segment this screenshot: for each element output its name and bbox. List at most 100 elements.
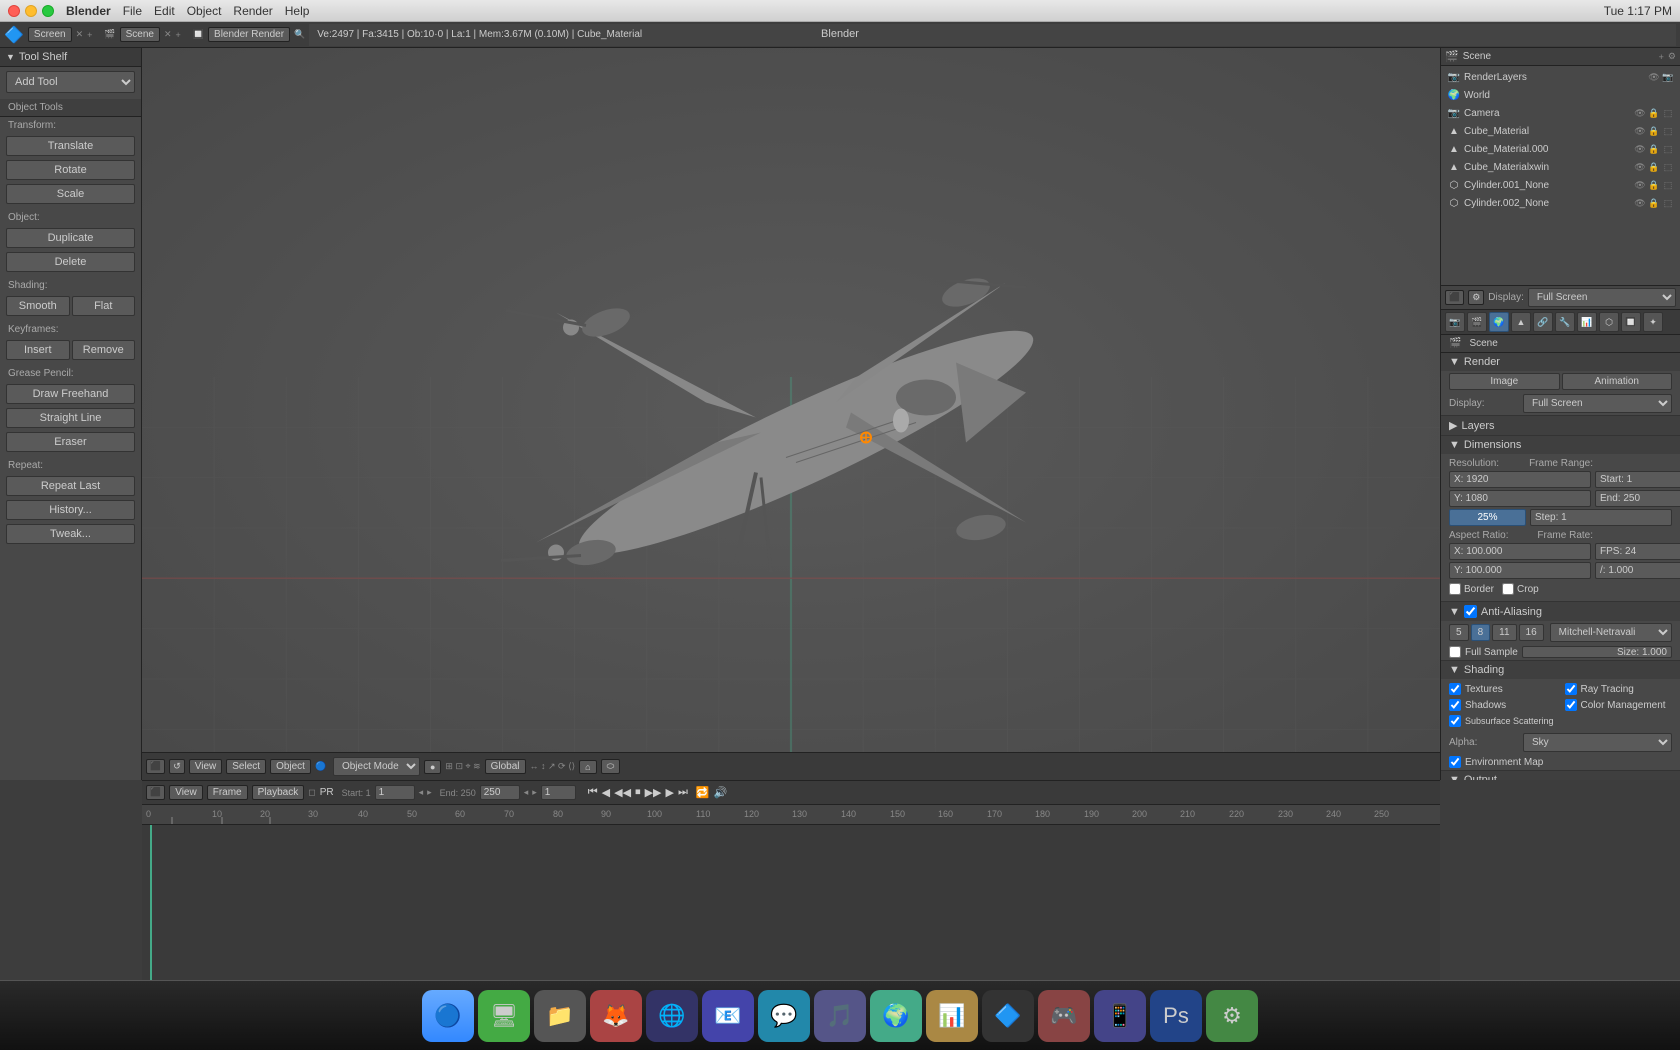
ray-tracing-checkbox[interactable] — [1565, 683, 1577, 695]
tweak-button[interactable]: Tweak... — [6, 524, 135, 544]
tree-item-cube-mat[interactable]: ▲ Cube_Material 👁 🔒 ⬚ — [1443, 122, 1678, 140]
select-menu[interactable]: Select — [226, 759, 266, 774]
smooth-button[interactable]: Smooth — [6, 296, 70, 316]
duplicate-button[interactable]: Duplicate — [6, 228, 135, 248]
prop-icon-data[interactable]: 📊 — [1577, 312, 1597, 332]
global-select[interactable]: Global — [485, 759, 526, 774]
vis-restrict-1[interactable]: ⬚ — [1662, 126, 1674, 137]
dock-icon-7[interactable]: 🌍 — [870, 990, 922, 1042]
stop-btn[interactable]: ⏹ — [635, 786, 641, 799]
render-section-header[interactable]: ▼ Render — [1441, 353, 1680, 371]
menu-help[interactable]: Help — [285, 4, 310, 18]
sync-btn[interactable]: 🔊 — [714, 786, 728, 799]
menu-object[interactable]: Object — [187, 4, 222, 18]
tree-item-cylinder-002[interactable]: ⬡ Cylinder.002_None 👁 🔒 ⬚ — [1443, 194, 1678, 212]
frame-step-input[interactable] — [1530, 509, 1672, 526]
tree-item-cube-mat-000[interactable]: ▲ Cube_Material.000 👁 🔒 ⬚ — [1443, 140, 1678, 158]
vis-eye-2[interactable]: 👁 — [1634, 144, 1646, 155]
dimensions-header[interactable]: ▼ Dimensions — [1441, 436, 1680, 454]
prop-icon-material[interactable]: ⬡ — [1599, 312, 1619, 332]
image-render-btn[interactable]: Image — [1449, 373, 1560, 390]
menu-blender[interactable]: Blender — [66, 4, 111, 18]
border-checkbox[interactable] — [1449, 583, 1461, 595]
vis-restrict-3[interactable]: ⬚ — [1662, 162, 1674, 173]
play-reverse-btn[interactable]: ◀◀ — [614, 786, 631, 799]
res-y-input[interactable] — [1449, 490, 1591, 507]
vis-eye-5[interactable]: 👁 — [1634, 198, 1646, 209]
crop-checkbox[interactable] — [1502, 583, 1514, 595]
res-x-input[interactable] — [1449, 471, 1591, 488]
next-frame-btn[interactable]: ▶ — [665, 786, 673, 799]
menu-render[interactable]: Render — [233, 4, 272, 18]
dock-icon-2[interactable]: 📁 — [534, 990, 586, 1042]
dock-icon-blender[interactable]: 🔷 — [982, 990, 1034, 1042]
view-btn-1[interactable]: ⬛ — [1445, 290, 1464, 305]
aspect-y-input[interactable] — [1449, 562, 1591, 579]
timeline-start-input[interactable] — [375, 785, 415, 800]
prop-icon-scene[interactable]: 🎬 — [1467, 312, 1487, 332]
loop-btn[interactable]: 🔁 — [696, 786, 710, 799]
prop-icon-object[interactable]: ▲ — [1511, 312, 1531, 332]
fps-input[interactable] — [1595, 543, 1680, 560]
viewport-btn-small-2[interactable]: ↺ — [169, 759, 185, 774]
vis-render-3[interactable]: 🔒 — [1648, 162, 1660, 173]
output-header[interactable]: ▼ Output — [1441, 771, 1680, 780]
play-start-btn[interactable]: ⏮ — [588, 786, 598, 799]
eye-icon[interactable]: 👁 — [1648, 72, 1660, 83]
btn-screen-layout[interactable]: Screen — [28, 27, 72, 42]
pct-button[interactable]: 25% — [1449, 509, 1526, 526]
shadows-checkbox[interactable] — [1449, 699, 1461, 711]
object-menu[interactable]: Object — [270, 759, 311, 774]
btn-scene[interactable]: Scene — [120, 27, 160, 42]
menu-file[interactable]: File — [123, 4, 142, 18]
play-end-btn[interactable]: ⏭ — [678, 786, 688, 799]
vis-restrict-5[interactable]: ⬚ — [1662, 198, 1674, 209]
vis-eye-3[interactable]: 👁 — [1634, 162, 1646, 173]
aa-header[interactable]: ▼ Anti-Aliasing — [1441, 602, 1680, 621]
full-sample-checkbox[interactable] — [1449, 646, 1461, 658]
tree-item-cylinder-001[interactable]: ⬡ Cylinder.001_None 👁 🔒 ⬚ — [1443, 176, 1678, 194]
eraser-button[interactable]: Eraser — [6, 432, 135, 452]
aa-11-btn[interactable]: 11 — [1492, 624, 1516, 641]
blender-logo[interactable]: 🔷 — [4, 25, 24, 45]
prev-frame-btn[interactable]: ◀ — [602, 786, 610, 799]
delete-button[interactable]: Delete — [6, 252, 135, 272]
scene-settings[interactable]: ⚙ — [1668, 51, 1676, 62]
add-tool-select[interactable]: Add Tool — [6, 71, 135, 93]
timeline-small-btn[interactable]: ⬛ — [146, 785, 165, 800]
menu-edit[interactable]: Edit — [154, 4, 175, 18]
env-map-checkbox[interactable] — [1449, 756, 1461, 768]
repeat-last-button[interactable]: Repeat Last — [6, 476, 135, 496]
frame-start-input[interactable] — [1595, 471, 1680, 488]
timeline-playback-btn[interactable]: Playback — [252, 785, 305, 800]
timeline-current-input[interactable] — [541, 785, 576, 800]
textures-checkbox[interactable] — [1449, 683, 1461, 695]
aa-enable-checkbox[interactable] — [1464, 605, 1477, 618]
dock-finder[interactable]: 🔵 — [422, 990, 474, 1042]
prop-icon-particles[interactable]: ✦ — [1643, 312, 1663, 332]
dock-icon-10[interactable]: 📱 — [1094, 990, 1146, 1042]
vis-eye-4[interactable]: 👁 — [1634, 180, 1646, 191]
render-icon[interactable]: 📷 — [1662, 72, 1674, 83]
close-button[interactable] — [8, 5, 20, 17]
dock-icon-6[interactable]: 🎵 — [814, 990, 866, 1042]
prop-edit-btn[interactable]: ⬭ — [601, 759, 621, 774]
maximize-button[interactable] — [42, 5, 54, 17]
dock-icon-skype[interactable]: 💬 — [758, 990, 810, 1042]
prop-icon-texture[interactable]: 🔲 — [1621, 312, 1641, 332]
insert-button[interactable]: Insert — [6, 340, 70, 360]
tree-item-world[interactable]: 🌍 World — [1443, 86, 1678, 104]
mode-select[interactable]: Object Mode — [333, 757, 420, 776]
aa-16-btn[interactable]: 16 — [1519, 624, 1544, 641]
btn-renderer[interactable]: Blender Render — [208, 27, 290, 42]
vis-render-5[interactable]: 🔒 — [1648, 198, 1660, 209]
view-btn-2[interactable]: ⚙ — [1468, 290, 1484, 305]
aa-size-input[interactable] — [1522, 646, 1672, 658]
dock-icon-8[interactable]: 📊 — [926, 990, 978, 1042]
dock-icon-4[interactable]: 🌐 — [646, 990, 698, 1042]
camera-eye-icon[interactable]: 👁 — [1634, 108, 1646, 119]
camera-render-icon[interactable]: 🔒 — [1648, 108, 1660, 119]
render-mode-btn[interactable]: ● — [424, 760, 441, 774]
flat-button[interactable]: Flat — [72, 296, 136, 316]
dock-icon-3[interactable]: 🦊 — [590, 990, 642, 1042]
